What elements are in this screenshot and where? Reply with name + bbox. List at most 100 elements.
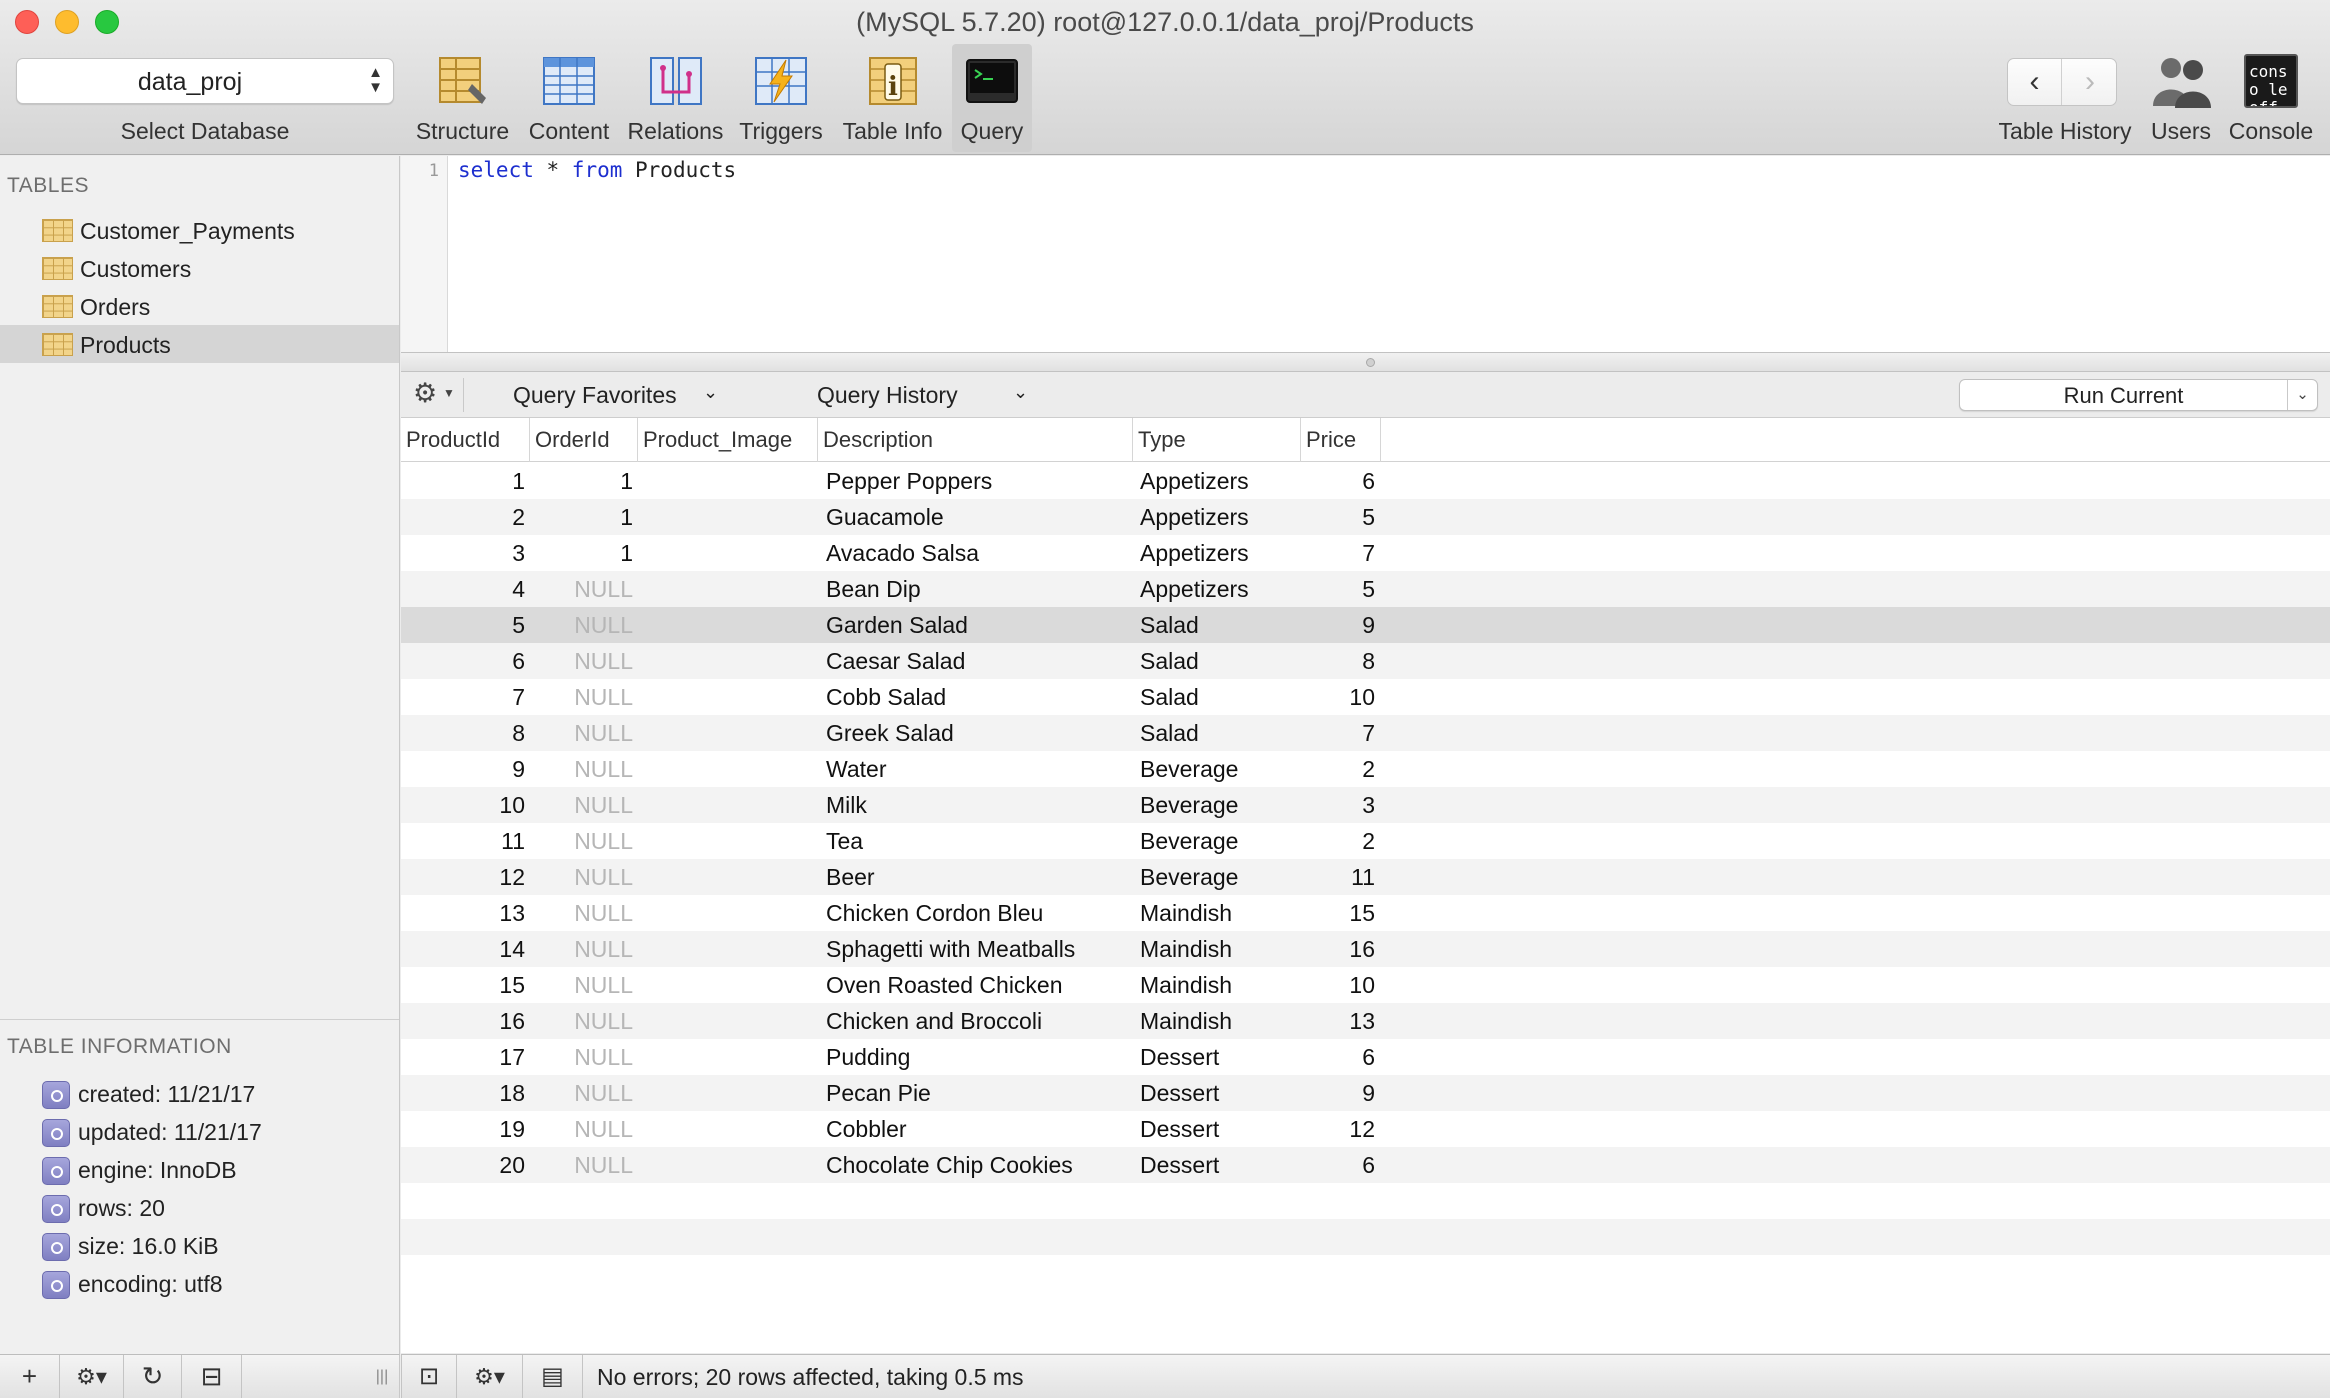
relations-button[interactable]: Relations bbox=[623, 44, 728, 152]
cell-description[interactable]: Pecan Pie bbox=[826, 1075, 1126, 1111]
cell-description[interactable]: Guacamole bbox=[826, 499, 1126, 535]
cell-price[interactable]: 7 bbox=[1301, 715, 1375, 751]
cell-product-image[interactable] bbox=[638, 499, 813, 535]
cell-orderid[interactable]: NULL bbox=[530, 1039, 633, 1075]
cell-product-image[interactable] bbox=[638, 1003, 813, 1039]
cell-description[interactable]: Avacado Salsa bbox=[826, 535, 1126, 571]
cell-orderid[interactable]: NULL bbox=[530, 1003, 633, 1039]
cell-orderid[interactable]: NULL bbox=[530, 679, 633, 715]
cell-orderid[interactable]: NULL bbox=[530, 571, 633, 607]
column-header-productid[interactable]: ProductId bbox=[401, 418, 530, 462]
cell-type[interactable]: Dessert bbox=[1140, 1111, 1295, 1147]
table-row[interactable]: 19 NULL Cobbler Dessert 12 bbox=[401, 1111, 2330, 1147]
column-header-description[interactable]: Description bbox=[818, 418, 1133, 462]
cell-price[interactable]: 7 bbox=[1301, 535, 1375, 571]
cell-price[interactable]: 6 bbox=[1301, 1147, 1375, 1183]
cell-orderid[interactable]: NULL bbox=[530, 787, 633, 823]
sidebar-divider[interactable] bbox=[0, 1019, 399, 1020]
cell-description[interactable]: Pudding bbox=[826, 1039, 1126, 1075]
cell-type[interactable]: Maindish bbox=[1140, 895, 1295, 931]
query-text[interactable]: select * from Products bbox=[458, 158, 736, 182]
structure-button[interactable]: Structure bbox=[410, 44, 515, 152]
query-history-dropdown[interactable]: Query History bbox=[817, 382, 958, 409]
cell-product-image[interactable] bbox=[638, 535, 813, 571]
table-actions-gear-button[interactable]: ⚙▾ bbox=[60, 1355, 124, 1398]
cell-product-image[interactable] bbox=[638, 1147, 813, 1183]
cell-type[interactable]: Beverage bbox=[1140, 823, 1295, 859]
cell-description[interactable]: Beer bbox=[826, 859, 1126, 895]
cell-product-image[interactable] bbox=[638, 1111, 813, 1147]
cell-productid[interactable]: 11 bbox=[401, 823, 525, 859]
table-row[interactable]: 10 NULL Milk Beverage 3 bbox=[401, 787, 2330, 823]
cell-description[interactable]: Pepper Poppers bbox=[826, 463, 1126, 499]
cell-product-image[interactable] bbox=[638, 679, 813, 715]
cell-productid[interactable]: 20 bbox=[401, 1147, 525, 1183]
cell-price[interactable]: 8 bbox=[1301, 643, 1375, 679]
table-row[interactable]: 11 NULL Tea Beverage 2 bbox=[401, 823, 2330, 859]
table-row[interactable]: 1 1 Pepper Poppers Appetizers 6 bbox=[401, 463, 2330, 499]
table-row[interactable]: 7 NULL Cobb Salad Salad 10 bbox=[401, 679, 2330, 715]
cell-product-image[interactable] bbox=[638, 643, 813, 679]
cell-type[interactable]: Salad bbox=[1140, 715, 1295, 751]
cell-description[interactable]: Bean Dip bbox=[826, 571, 1126, 607]
cell-type[interactable]: Appetizers bbox=[1140, 535, 1295, 571]
cell-orderid[interactable]: 1 bbox=[530, 535, 633, 571]
cell-type[interactable]: Dessert bbox=[1140, 1075, 1295, 1111]
query-button[interactable]: Query bbox=[952, 44, 1032, 152]
cell-price[interactable]: 9 bbox=[1301, 607, 1375, 643]
table-row[interactable]: 13 NULL Chicken Cordon Bleu Maindish 15 bbox=[401, 895, 2330, 931]
cell-description[interactable]: Chocolate Chip Cookies bbox=[826, 1147, 1126, 1183]
cell-productid[interactable]: 8 bbox=[401, 715, 525, 751]
cell-orderid[interactable]: 1 bbox=[530, 463, 633, 499]
cell-orderid[interactable]: 1 bbox=[530, 499, 633, 535]
cell-productid[interactable]: 12 bbox=[401, 859, 525, 895]
cell-price[interactable]: 9 bbox=[1301, 1075, 1375, 1111]
table-row[interactable]: 2 1 Guacamole Appetizers 5 bbox=[401, 499, 2330, 535]
cell-productid[interactable]: 19 bbox=[401, 1111, 525, 1147]
cell-type[interactable]: Salad bbox=[1140, 607, 1295, 643]
column-header-product-image[interactable]: Product_Image bbox=[638, 418, 818, 462]
cell-productid[interactable]: 14 bbox=[401, 931, 525, 967]
cell-product-image[interactable] bbox=[638, 859, 813, 895]
cell-orderid[interactable]: NULL bbox=[530, 931, 633, 967]
cell-description[interactable]: Cobb Salad bbox=[826, 679, 1126, 715]
cell-type[interactable]: Appetizers bbox=[1140, 463, 1295, 499]
cell-price[interactable]: 11 bbox=[1301, 859, 1375, 895]
table-history-button[interactable]: Table History bbox=[1990, 44, 2140, 152]
cell-price[interactable]: 15 bbox=[1301, 895, 1375, 931]
table-row[interactable]: 3 1 Avacado Salsa Appetizers 7 bbox=[401, 535, 2330, 571]
cell-description[interactable]: Sphagetti with Meatballs bbox=[826, 931, 1126, 967]
cell-productid[interactable]: 10 bbox=[401, 787, 525, 823]
refresh-tables-button[interactable]: ↻ bbox=[124, 1355, 182, 1398]
cell-orderid[interactable]: NULL bbox=[530, 1111, 633, 1147]
cell-price[interactable]: 6 bbox=[1301, 463, 1375, 499]
cell-price[interactable]: 16 bbox=[1301, 931, 1375, 967]
cell-type[interactable]: Salad bbox=[1140, 679, 1295, 715]
cell-product-image[interactable] bbox=[638, 823, 813, 859]
cell-description[interactable]: Water bbox=[826, 751, 1126, 787]
cell-product-image[interactable] bbox=[638, 571, 813, 607]
cell-price[interactable]: 10 bbox=[1301, 967, 1375, 1003]
gear-icon[interactable]: ⚙ bbox=[413, 378, 437, 409]
table-row[interactable]: 12 NULL Beer Beverage 11 bbox=[401, 859, 2330, 895]
results-gear-button[interactable]: ⚙▾ bbox=[457, 1355, 523, 1398]
cell-description[interactable]: Chicken and Broccoli bbox=[826, 1003, 1126, 1039]
cell-description[interactable]: Greek Salad bbox=[826, 715, 1126, 751]
table-row[interactable]: 15 NULL Oven Roasted Chicken Maindish 10 bbox=[401, 967, 2330, 1003]
users-button[interactable]: Users bbox=[2143, 44, 2219, 152]
cell-productid[interactable]: 16 bbox=[401, 1003, 525, 1039]
cell-description[interactable]: Caesar Salad bbox=[826, 643, 1126, 679]
cell-orderid[interactable]: NULL bbox=[530, 1075, 633, 1111]
cell-productid[interactable]: 17 bbox=[401, 1039, 525, 1075]
sidebar-table-products[interactable]: Products bbox=[0, 325, 399, 363]
cell-type[interactable]: Maindish bbox=[1140, 967, 1295, 1003]
table-row[interactable]: 20 NULL Chocolate Chip Cookies Dessert 6 bbox=[401, 1147, 2330, 1183]
table-row[interactable]: 9 NULL Water Beverage 2 bbox=[401, 751, 2330, 787]
column-header-orderid[interactable]: OrderId bbox=[530, 418, 638, 462]
column-header-price[interactable]: Price bbox=[1301, 418, 1381, 462]
cell-product-image[interactable] bbox=[638, 967, 813, 1003]
cell-orderid[interactable]: NULL bbox=[530, 859, 633, 895]
cell-productid[interactable]: 6 bbox=[401, 643, 525, 679]
cell-product-image[interactable] bbox=[638, 787, 813, 823]
query-favorites-dropdown[interactable]: Query Favorites bbox=[513, 382, 677, 409]
